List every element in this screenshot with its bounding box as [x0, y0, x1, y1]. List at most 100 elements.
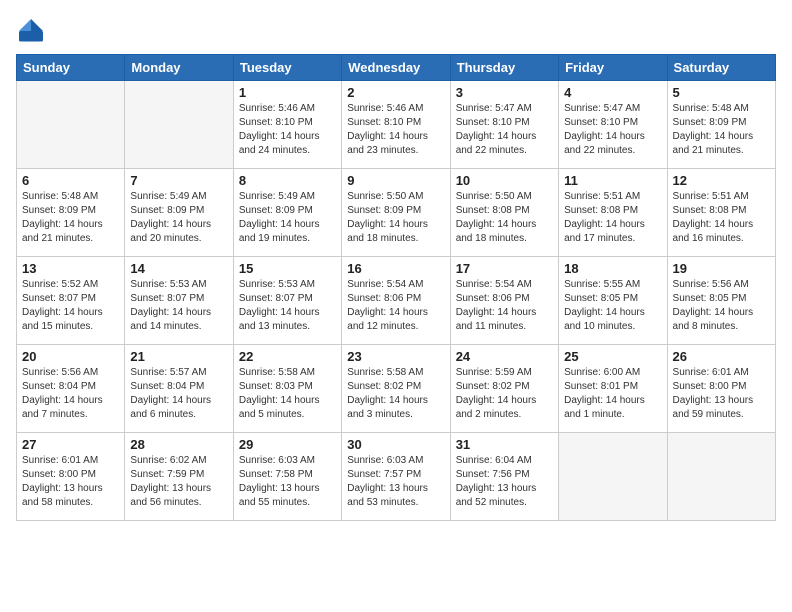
day-info: Sunrise: 5:58 AM Sunset: 8:02 PM Dayligh…	[347, 366, 444, 422]
logo	[16, 16, 50, 46]
calendar-cell: 20 Sunrise: 5:56 AM Sunset: 8:04 PM Dayli…	[17, 345, 125, 433]
day-info: Sunrise: 5:50 AM Sunset: 8:08 PM Dayligh…	[456, 190, 553, 246]
day-number: 20	[22, 349, 119, 364]
day-info: Sunrise: 6:02 AM Sunset: 7:59 PM Dayligh…	[130, 454, 227, 510]
weekday-header-tuesday: Tuesday	[233, 55, 341, 81]
day-number: 25	[564, 349, 661, 364]
calendar-week-row: 20 Sunrise: 5:56 AM Sunset: 8:04 PM Dayli…	[17, 345, 776, 433]
calendar-week-row: 13Sunrise: 5:52 AM Sunset: 8:07 PM Dayli…	[17, 257, 776, 345]
calendar-cell: 14Sunrise: 5:53 AM Sunset: 8:07 PM Dayli…	[125, 257, 233, 345]
calendar-cell	[125, 81, 233, 169]
day-info: Sunrise: 5:54 AM Sunset: 8:06 PM Dayligh…	[347, 278, 444, 334]
day-info: Sunrise: 5:48 AM Sunset: 8:09 PM Dayligh…	[673, 102, 770, 158]
day-info: Sunrise: 5:56 AM Sunset: 8:04 PM Dayligh…	[22, 366, 119, 422]
calendar-body: 1Sunrise: 5:46 AM Sunset: 8:10 PM Daylig…	[17, 81, 776, 521]
calendar-cell	[667, 433, 775, 521]
weekday-header-friday: Friday	[559, 55, 667, 81]
day-number: 26	[673, 349, 770, 364]
calendar-week-row: 27 Sunrise: 6:01 AM Sunset: 8:00 PM Dayli…	[17, 433, 776, 521]
calendar-cell: 13Sunrise: 5:52 AM Sunset: 8:07 PM Dayli…	[17, 257, 125, 345]
calendar-cell: 17 Sunrise: 5:54 AM Sunset: 8:06 PM Dayli…	[450, 257, 558, 345]
day-number: 15	[239, 261, 336, 276]
calendar-cell: 9 Sunrise: 5:50 AM Sunset: 8:09 PM Daylig…	[342, 169, 450, 257]
day-number: 27	[22, 437, 119, 452]
calendar-cell: 22 Sunrise: 5:58 AM Sunset: 8:03 PM Dayli…	[233, 345, 341, 433]
page-header	[16, 16, 776, 46]
day-number: 29	[239, 437, 336, 452]
calendar-cell: 1Sunrise: 5:46 AM Sunset: 8:10 PM Daylig…	[233, 81, 341, 169]
day-info: Sunrise: 5:53 AM Sunset: 8:07 PM Dayligh…	[130, 278, 227, 334]
calendar-cell	[559, 433, 667, 521]
day-info: Sunrise: 5:46 AM Sunset: 8:10 PM Dayligh…	[239, 102, 336, 158]
day-number: 7	[130, 173, 227, 188]
calendar-cell: 10 Sunrise: 5:50 AM Sunset: 8:08 PM Dayli…	[450, 169, 558, 257]
day-info: Sunrise: 5:49 AM Sunset: 8:09 PM Dayligh…	[130, 190, 227, 246]
calendar-cell	[17, 81, 125, 169]
day-info: Sunrise: 6:03 AM Sunset: 7:58 PM Dayligh…	[239, 454, 336, 510]
calendar-header: SundayMondayTuesdayWednesdayThursdayFrid…	[17, 55, 776, 81]
calendar-cell: 25 Sunrise: 6:00 AM Sunset: 8:01 PM Dayli…	[559, 345, 667, 433]
calendar-cell: 16Sunrise: 5:54 AM Sunset: 8:06 PM Dayli…	[342, 257, 450, 345]
day-number: 21	[130, 349, 227, 364]
day-number: 2	[347, 85, 444, 100]
day-info: Sunrise: 5:54 AM Sunset: 8:06 PM Dayligh…	[456, 278, 553, 334]
day-info: Sunrise: 5:47 AM Sunset: 8:10 PM Dayligh…	[456, 102, 553, 158]
calendar-cell: 31Sunrise: 6:04 AM Sunset: 7:56 PM Dayli…	[450, 433, 558, 521]
day-number: 18	[564, 261, 661, 276]
day-number: 13	[22, 261, 119, 276]
day-number: 11	[564, 173, 661, 188]
day-number: 9	[347, 173, 444, 188]
calendar-cell: 15 Sunrise: 5:53 AM Sunset: 8:07 PM Dayli…	[233, 257, 341, 345]
day-info: Sunrise: 5:48 AM Sunset: 8:09 PM Dayligh…	[22, 190, 119, 246]
calendar-cell: 28 Sunrise: 6:02 AM Sunset: 7:59 PM Dayli…	[125, 433, 233, 521]
day-info: Sunrise: 6:00 AM Sunset: 8:01 PM Dayligh…	[564, 366, 661, 422]
logo-icon	[16, 16, 46, 46]
calendar-cell: 6 Sunrise: 5:48 AM Sunset: 8:09 PM Daylig…	[17, 169, 125, 257]
calendar-cell: 8 Sunrise: 5:49 AM Sunset: 8:09 PM Daylig…	[233, 169, 341, 257]
day-number: 10	[456, 173, 553, 188]
day-number: 28	[130, 437, 227, 452]
day-number: 12	[673, 173, 770, 188]
weekday-header-wednesday: Wednesday	[342, 55, 450, 81]
day-number: 3	[456, 85, 553, 100]
day-info: Sunrise: 5:47 AM Sunset: 8:10 PM Dayligh…	[564, 102, 661, 158]
calendar-cell: 24Sunrise: 5:59 AM Sunset: 8:02 PM Dayli…	[450, 345, 558, 433]
day-info: Sunrise: 5:46 AM Sunset: 8:10 PM Dayligh…	[347, 102, 444, 158]
day-number: 6	[22, 173, 119, 188]
day-info: Sunrise: 5:53 AM Sunset: 8:07 PM Dayligh…	[239, 278, 336, 334]
day-number: 22	[239, 349, 336, 364]
day-info: Sunrise: 5:58 AM Sunset: 8:03 PM Dayligh…	[239, 366, 336, 422]
day-number: 24	[456, 349, 553, 364]
weekday-header-row: SundayMondayTuesdayWednesdayThursdayFrid…	[17, 55, 776, 81]
calendar-cell: 26 Sunrise: 6:01 AM Sunset: 8:00 PM Dayli…	[667, 345, 775, 433]
calendar-cell: 4 Sunrise: 5:47 AM Sunset: 8:10 PM Daylig…	[559, 81, 667, 169]
day-number: 8	[239, 173, 336, 188]
day-info: Sunrise: 5:49 AM Sunset: 8:09 PM Dayligh…	[239, 190, 336, 246]
day-number: 31	[456, 437, 553, 452]
day-info: Sunrise: 5:50 AM Sunset: 8:09 PM Dayligh…	[347, 190, 444, 246]
calendar-cell: 19Sunrise: 5:56 AM Sunset: 8:05 PM Dayli…	[667, 257, 775, 345]
calendar-table: SundayMondayTuesdayWednesdayThursdayFrid…	[16, 54, 776, 521]
calendar-cell: 30Sunrise: 6:03 AM Sunset: 7:57 PM Dayli…	[342, 433, 450, 521]
weekday-header-monday: Monday	[125, 55, 233, 81]
calendar-cell: 12 Sunrise: 5:51 AM Sunset: 8:08 PM Dayli…	[667, 169, 775, 257]
calendar-cell: 11Sunrise: 5:51 AM Sunset: 8:08 PM Dayli…	[559, 169, 667, 257]
day-info: Sunrise: 5:51 AM Sunset: 8:08 PM Dayligh…	[673, 190, 770, 246]
weekday-header-saturday: Saturday	[667, 55, 775, 81]
day-number: 17	[456, 261, 553, 276]
day-number: 4	[564, 85, 661, 100]
calendar-cell: 21 Sunrise: 5:57 AM Sunset: 8:04 PM Dayli…	[125, 345, 233, 433]
weekday-header-thursday: Thursday	[450, 55, 558, 81]
day-number: 19	[673, 261, 770, 276]
calendar-cell: 29 Sunrise: 6:03 AM Sunset: 7:58 PM Dayli…	[233, 433, 341, 521]
calendar-cell: 5 Sunrise: 5:48 AM Sunset: 8:09 PM Daylig…	[667, 81, 775, 169]
day-number: 5	[673, 85, 770, 100]
day-info: Sunrise: 6:01 AM Sunset: 8:00 PM Dayligh…	[22, 454, 119, 510]
calendar-week-row: 6 Sunrise: 5:48 AM Sunset: 8:09 PM Daylig…	[17, 169, 776, 257]
calendar-cell: 23 Sunrise: 5:58 AM Sunset: 8:02 PM Dayli…	[342, 345, 450, 433]
day-number: 23	[347, 349, 444, 364]
day-info: Sunrise: 6:01 AM Sunset: 8:00 PM Dayligh…	[673, 366, 770, 422]
calendar-cell: 2 Sunrise: 5:46 AM Sunset: 8:10 PM Daylig…	[342, 81, 450, 169]
day-info: Sunrise: 5:57 AM Sunset: 8:04 PM Dayligh…	[130, 366, 227, 422]
day-info: Sunrise: 5:55 AM Sunset: 8:05 PM Dayligh…	[564, 278, 661, 334]
